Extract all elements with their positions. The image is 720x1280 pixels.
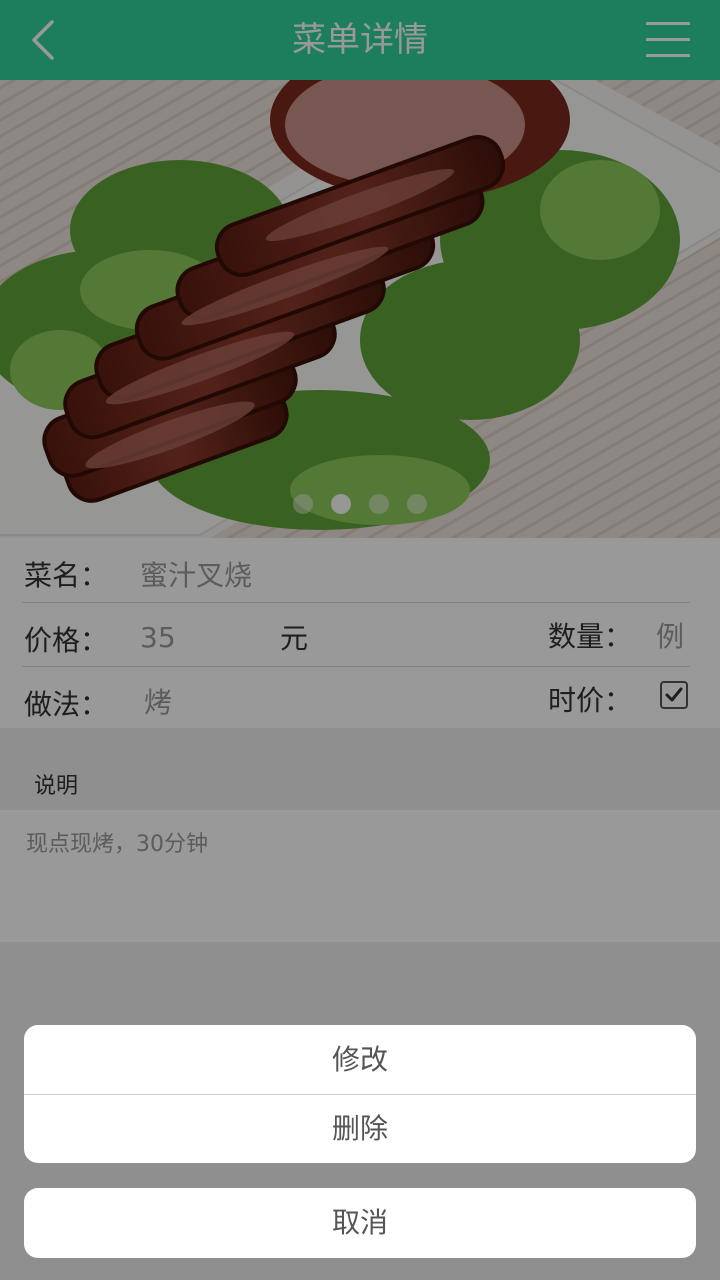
cancel-button[interactable]: 取消 xyxy=(24,1188,696,1258)
edit-button[interactable]: 修改 xyxy=(24,1025,696,1094)
action-sheet: 修改 删除 xyxy=(24,1025,696,1163)
delete-button[interactable]: 删除 xyxy=(24,1094,696,1163)
